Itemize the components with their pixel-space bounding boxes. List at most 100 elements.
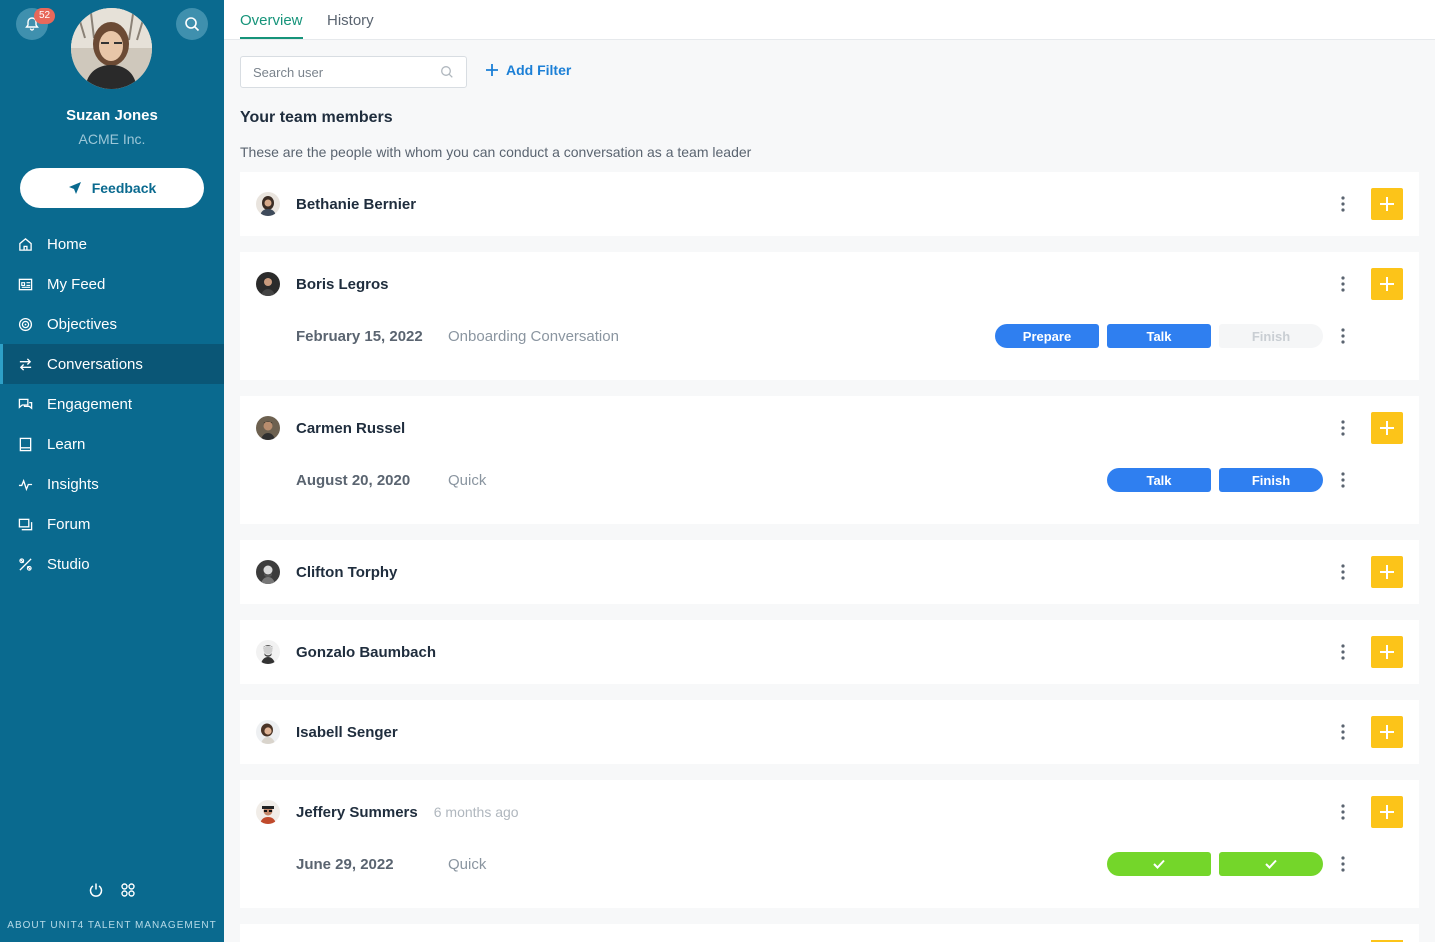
more-vertical-icon xyxy=(1341,276,1345,292)
plus-icon xyxy=(1380,565,1394,579)
member-avatar xyxy=(256,640,280,664)
member-name[interactable]: Gonzalo Baumbach xyxy=(296,644,436,661)
add-conversation-button[interactable] xyxy=(1371,188,1403,220)
swap-icon xyxy=(19,357,32,371)
user-name: Suzan Jones xyxy=(66,107,158,124)
apps-icon[interactable] xyxy=(120,882,136,898)
conversation-more-button[interactable] xyxy=(1335,324,1351,348)
section-title: Your team members xyxy=(240,109,393,126)
search-icon xyxy=(185,17,200,32)
add-conversation-button[interactable] xyxy=(1371,412,1403,444)
finish-done-button[interactable] xyxy=(1219,852,1323,876)
member-name[interactable]: Bethanie Bernier xyxy=(296,196,416,213)
member-card: Isabell Senger xyxy=(240,700,1419,764)
more-vertical-icon xyxy=(1341,804,1345,820)
nav-item-insights[interactable]: Insights xyxy=(0,464,224,504)
member-name[interactable]: Boris Legros xyxy=(296,276,389,293)
sidebar-footer-icons xyxy=(88,882,136,898)
more-vertical-icon xyxy=(1341,328,1345,344)
conversation-more-button[interactable] xyxy=(1335,852,1351,876)
nav-item-forum[interactable]: Forum xyxy=(0,504,224,544)
member-name[interactable]: Carmen Russel xyxy=(296,420,405,437)
member-name[interactable]: Clifton Torphy xyxy=(296,564,397,581)
check-icon xyxy=(1153,859,1165,869)
nav-item-conversations[interactable]: Conversations xyxy=(0,344,224,384)
add-conversation-button[interactable] xyxy=(1371,636,1403,668)
member-more-button[interactable] xyxy=(1335,272,1351,296)
conversation-type[interactable]: Quick xyxy=(448,856,486,873)
member-card: Carmen Russel August 20, 2020 Quick Talk… xyxy=(240,396,1419,524)
more-vertical-icon xyxy=(1341,724,1345,740)
user-company: ACME Inc. xyxy=(78,131,146,147)
nav-label: Objectives xyxy=(47,315,118,333)
plus-icon xyxy=(1380,197,1394,211)
conversation-more-button[interactable] xyxy=(1335,468,1351,492)
section-subtitle: These are the people with whom you can c… xyxy=(240,144,752,160)
member-more-button[interactable] xyxy=(1335,800,1351,824)
tab-overview[interactable]: Overview xyxy=(240,12,303,29)
power-icon[interactable] xyxy=(88,882,104,898)
sidebar: 52 Suzan Jones ACME Inc. Feedback Home M… xyxy=(0,0,224,942)
plus-icon xyxy=(1380,277,1394,291)
add-conversation-button[interactable] xyxy=(1371,796,1403,828)
nav-item-home[interactable]: Home xyxy=(0,224,224,264)
feed-icon xyxy=(18,278,33,290)
conversation-date: June 29, 2022 xyxy=(296,856,394,873)
member-avatar xyxy=(256,192,280,216)
finish-button[interactable]: Finish xyxy=(1219,324,1323,348)
conversation-type[interactable]: Quick xyxy=(448,472,486,489)
member-card: Bethanie Bernier xyxy=(240,172,1419,236)
more-vertical-icon xyxy=(1341,644,1345,660)
member-card: Jeffery Summers 6 months ago June 29, 20… xyxy=(240,780,1419,908)
send-icon xyxy=(68,182,81,194)
nav-item-objectives[interactable]: Objectives xyxy=(0,304,224,344)
nav-item-learn[interactable]: Learn xyxy=(0,424,224,464)
nav-label: Insights xyxy=(47,475,99,493)
member-more-button[interactable] xyxy=(1335,560,1351,584)
chat-icon xyxy=(18,398,33,410)
prepare-button[interactable]: Prepare xyxy=(995,324,1099,348)
last-activity: 6 months ago xyxy=(433,804,519,820)
add-conversation-button[interactable] xyxy=(1371,556,1403,588)
member-name[interactable]: Jeffery Summers xyxy=(296,804,418,821)
member-more-button[interactable] xyxy=(1335,720,1351,744)
nav-item-studio[interactable]: Studio xyxy=(0,544,224,584)
about-link[interactable]: ABOUT UNIT4 TALENT MANAGEMENT xyxy=(0,920,224,931)
talk-button[interactable]: Talk xyxy=(1107,324,1211,348)
plus-icon xyxy=(1380,805,1394,819)
plus-icon xyxy=(486,64,498,76)
add-filter-button[interactable]: Add Filter xyxy=(486,62,571,78)
talk-done-button[interactable] xyxy=(1107,852,1211,876)
member-name[interactable]: Isabell Senger xyxy=(296,724,398,741)
feedback-button[interactable]: Feedback xyxy=(20,168,204,208)
tabs-bar: Overview History xyxy=(224,0,1435,40)
member-avatar xyxy=(256,720,280,744)
feedback-label: Feedback xyxy=(91,180,157,196)
member-card: Boris Legros February 15, 2022 Onboardin… xyxy=(240,252,1419,380)
nav-label: Forum xyxy=(47,515,91,533)
talk-button[interactable]: Talk xyxy=(1107,468,1211,492)
active-tab-indicator xyxy=(240,37,303,39)
nav-label: Studio xyxy=(47,555,90,573)
member-more-button[interactable] xyxy=(1335,416,1351,440)
add-filter-label: Add Filter xyxy=(506,62,572,78)
search-user-input[interactable] xyxy=(253,64,423,80)
nav-label: My Feed xyxy=(47,275,106,293)
finish-button[interactable]: Finish xyxy=(1219,468,1323,492)
conversation-type[interactable]: Onboarding Conversation xyxy=(448,328,619,345)
add-conversation-button[interactable] xyxy=(1371,716,1403,748)
plus-icon xyxy=(1380,421,1394,435)
conversation-date: February 15, 2022 xyxy=(296,328,423,345)
conversation-date: August 20, 2020 xyxy=(296,472,411,489)
member-more-button[interactable] xyxy=(1335,640,1351,664)
nav-item-engagement[interactable]: Engagement xyxy=(0,384,224,424)
add-conversation-button[interactable] xyxy=(1371,268,1403,300)
notification-badge: 52 xyxy=(34,8,56,24)
tab-history[interactable]: History xyxy=(327,12,374,29)
member-more-button[interactable] xyxy=(1335,192,1351,216)
nav-label: Learn xyxy=(47,435,86,453)
search-button[interactable] xyxy=(176,8,208,40)
nav-item-my-feed[interactable]: My Feed xyxy=(0,264,224,304)
user-avatar[interactable] xyxy=(71,8,152,89)
member-avatar xyxy=(256,560,280,584)
